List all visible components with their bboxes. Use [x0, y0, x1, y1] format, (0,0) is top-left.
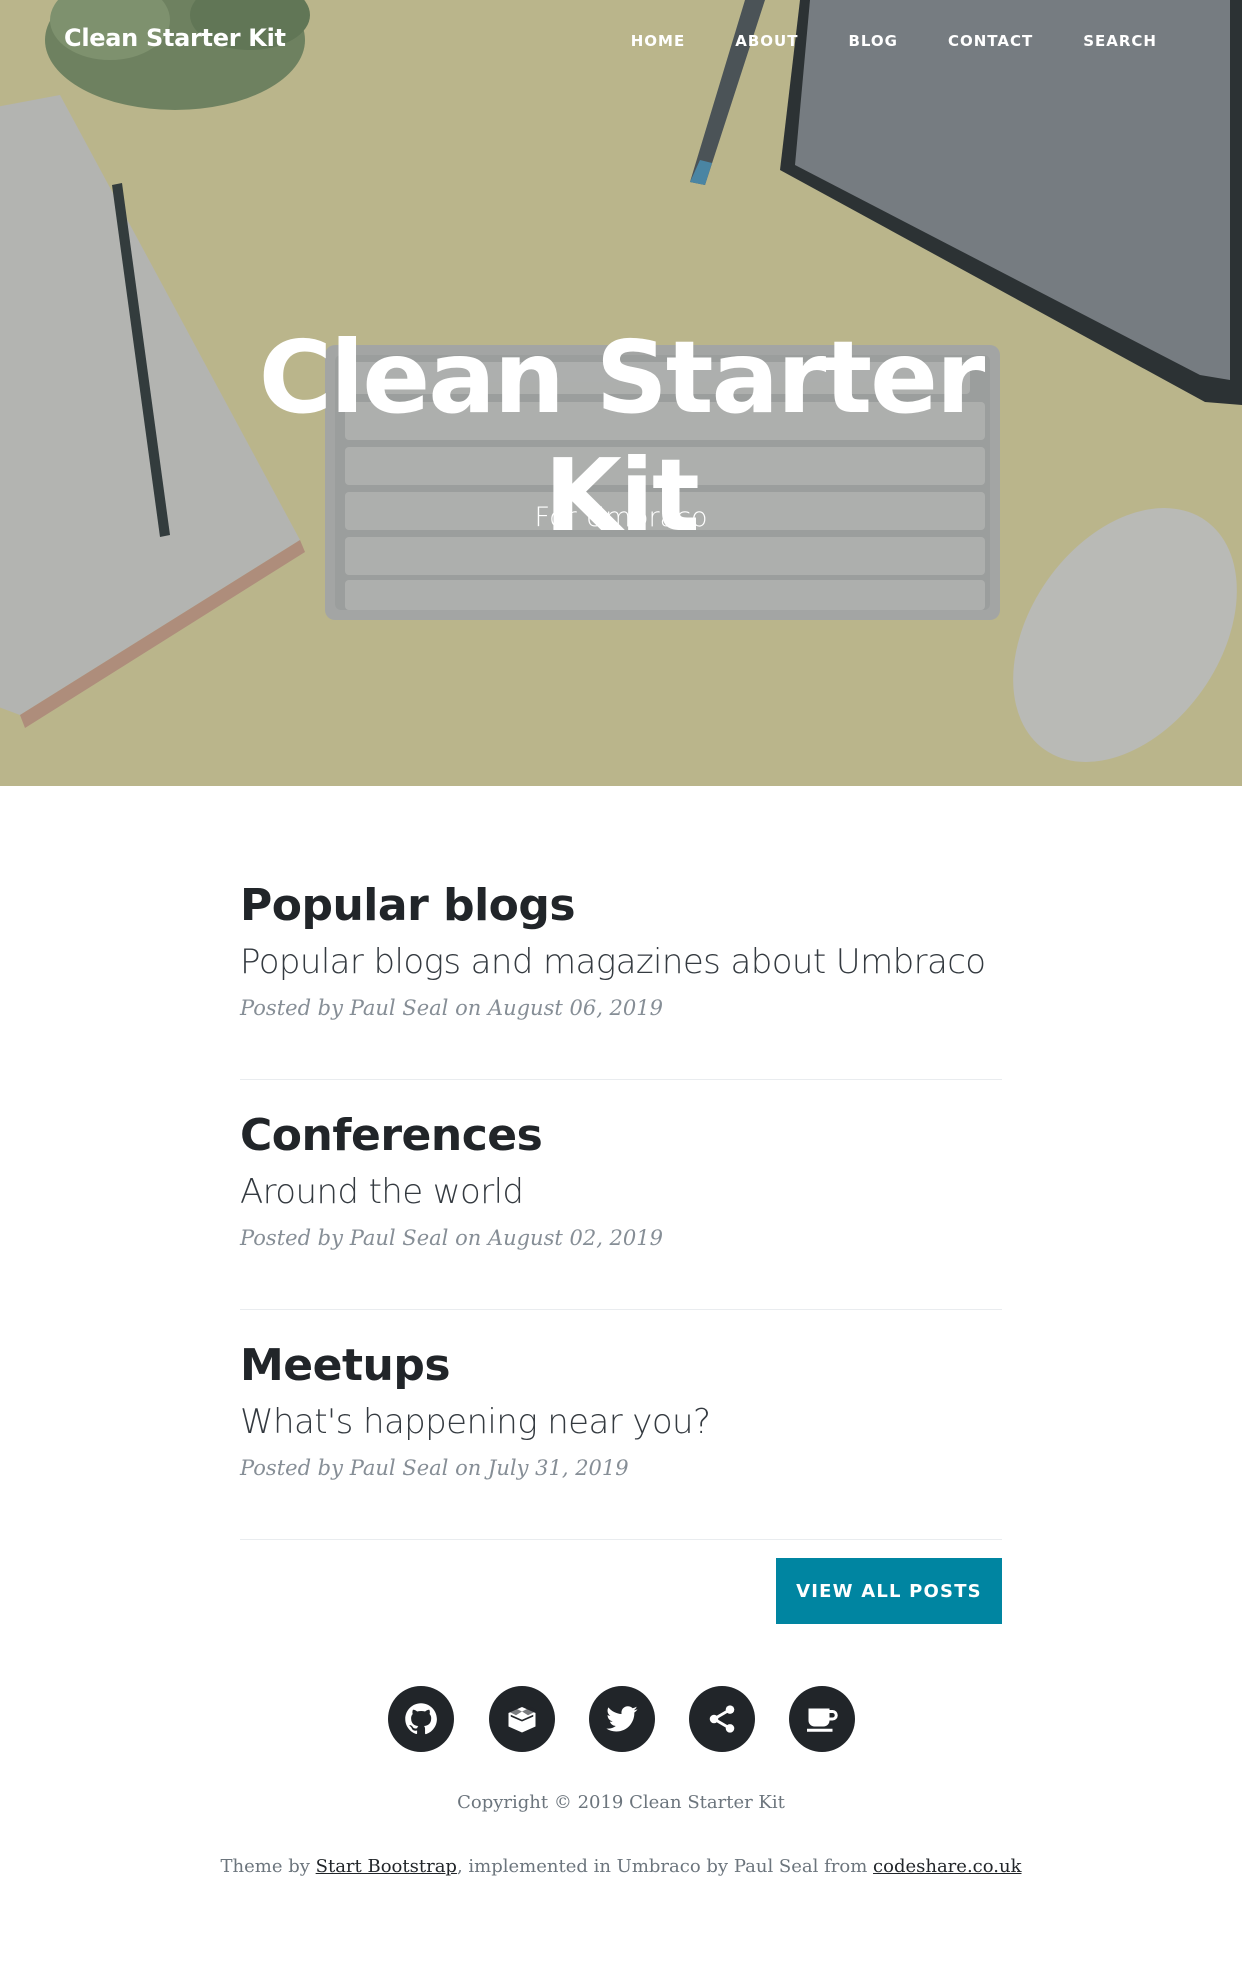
hero-subtitle: For Umbraco — [534, 502, 708, 533]
post-meta-prefix: Posted by — [240, 1456, 343, 1480]
credits-prefix: Theme by — [220, 1856, 310, 1877]
post-author-link[interactable]: Paul Seal — [350, 1226, 449, 1250]
post-title-link[interactable]: Conferences — [240, 1110, 1002, 1162]
post-subtitle[interactable]: Popular blogs and magazines about Umbrac… — [240, 940, 1002, 984]
hero-section: Clean Starter Kit HOME ABOUT BLOG CONTAC… — [0, 0, 1242, 786]
credits-text: Theme by Start Bootstrap, implemented in… — [0, 1856, 1242, 1877]
nav-link-home[interactable]: HOME — [631, 32, 685, 50]
package-icon — [507, 1707, 537, 1733]
post-meta-prefix: Posted by — [240, 1226, 343, 1250]
nav-links: HOME ABOUT BLOG CONTACT SEARCH — [581, 32, 1157, 50]
post-meta: Posted by Paul Seal on August 02, 2019 — [240, 1226, 1002, 1250]
post-author-link[interactable]: Paul Seal — [350, 1456, 449, 1480]
nav-link-about[interactable]: ABOUT — [735, 32, 798, 50]
pager: VIEW ALL POSTS — [240, 1558, 1002, 1624]
post-meta-on: on — [455, 1226, 482, 1250]
post-divider — [240, 1309, 1002, 1310]
twitter-icon — [606, 1706, 638, 1732]
package-link[interactable] — [489, 1686, 555, 1752]
share-icon — [709, 1705, 735, 1733]
share-link[interactable] — [689, 1686, 755, 1752]
post-date: August 06, 2019 — [487, 996, 663, 1020]
hero-title-line-2: Kit — [544, 437, 700, 554]
post-list: Popular blogs Popular blogs and magazine… — [240, 880, 1002, 1624]
github-icon — [405, 1703, 437, 1735]
post-subtitle[interactable]: Around the world — [240, 1170, 1002, 1214]
post-meta: Posted by Paul Seal on August 06, 2019 — [240, 996, 1002, 1020]
post-date: August 02, 2019 — [487, 1226, 663, 1250]
post-date: July 31, 2019 — [487, 1456, 629, 1480]
post-meta-on: on — [455, 1456, 482, 1480]
post-preview: Popular blogs Popular blogs and magazine… — [240, 880, 1002, 1080]
view-all-posts-button[interactable]: VIEW ALL POSTS — [776, 1558, 1002, 1624]
twitter-link[interactable] — [589, 1686, 655, 1752]
post-divider — [240, 1079, 1002, 1080]
social-links — [388, 1686, 858, 1752]
post-divider — [240, 1539, 1002, 1540]
post-meta: Posted by Paul Seal on July 31, 2019 — [240, 1456, 1002, 1480]
post-meta-prefix: Posted by — [240, 996, 343, 1020]
coffee-cup-icon — [807, 1708, 838, 1732]
coffee-link[interactable] — [789, 1686, 855, 1752]
top-navbar: Clean Starter Kit HOME ABOUT BLOG CONTAC… — [0, 0, 1242, 84]
post-title-link[interactable]: Popular blogs — [240, 880, 1002, 932]
post-author-link[interactable]: Paul Seal — [350, 996, 449, 1020]
nav-link-contact[interactable]: CONTACT — [948, 32, 1033, 50]
nav-link-search[interactable]: SEARCH — [1083, 32, 1157, 50]
start-bootstrap-link[interactable]: Start Bootstrap — [316, 1856, 457, 1877]
hero-title-line-1: Clean Starter — [258, 319, 986, 436]
post-preview: Conferences Around the world Posted by P… — [240, 1110, 1002, 1310]
post-subtitle[interactable]: What's happening near you? — [240, 1400, 1002, 1444]
codeshare-link[interactable]: codeshare.co.uk — [873, 1856, 1021, 1877]
credits-middle: , implemented in Umbraco by Paul Seal fr… — [456, 1856, 868, 1877]
post-preview: Meetups What's happening near you? Poste… — [240, 1340, 1002, 1540]
post-meta-on: on — [455, 996, 482, 1020]
copyright-text: Copyright © 2019 Clean Starter Kit — [457, 1792, 785, 1813]
github-link[interactable] — [388, 1686, 454, 1752]
brand-logo-link[interactable]: Clean Starter Kit — [64, 24, 286, 52]
nav-link-blog[interactable]: BLOG — [848, 32, 898, 50]
post-title-link[interactable]: Meetups — [240, 1340, 1002, 1392]
